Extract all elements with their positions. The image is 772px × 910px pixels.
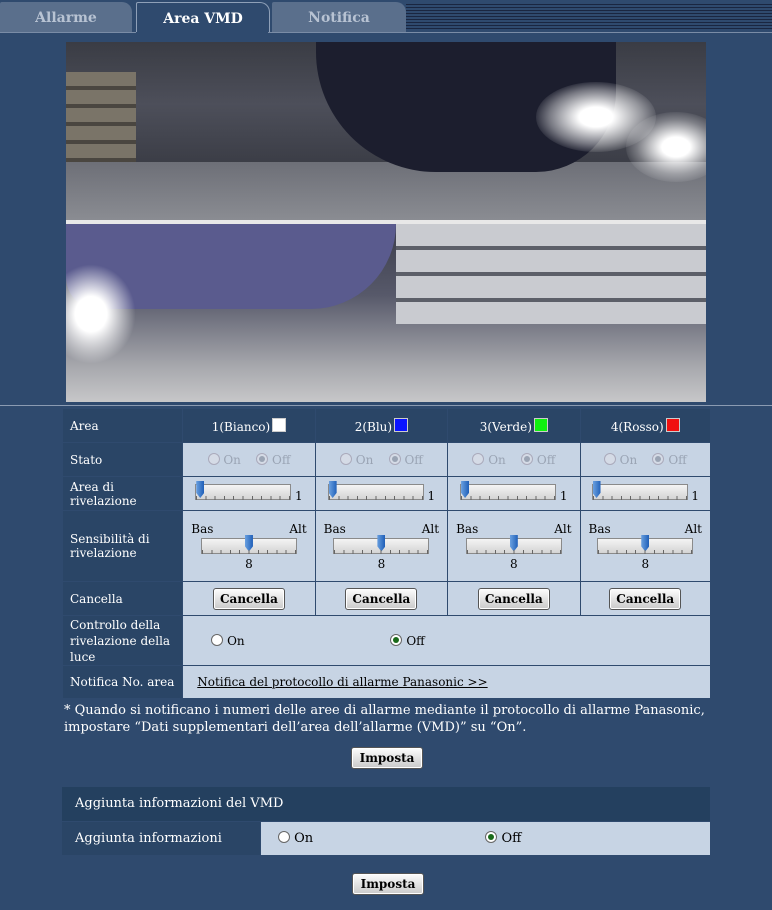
rivelazione-area-4: 1 (579, 476, 712, 511)
rivelazione-3-slider[interactable] (460, 481, 557, 500)
tab-bar: Allarme Area VMD Notifica (0, 0, 772, 33)
rivelazione-area-1: 1 (182, 476, 316, 511)
aggiunta-on-radio[interactable] (278, 831, 290, 843)
sensibilita-area-2: Bas Alt 8 (314, 510, 449, 582)
cancella-4-button[interactable]: Cancella (609, 587, 682, 610)
notifica-label: Notifica No. area (61, 665, 184, 699)
sensibilita-area-1: Bas Alt 8 (182, 510, 316, 582)
area-label: Area (61, 408, 184, 443)
cancella-area-2: Cancella (314, 581, 449, 616)
white-swatch (272, 417, 287, 432)
aggiunta-off-radio[interactable] (485, 831, 498, 843)
rivelazione-2-slider[interactable] (327, 481, 424, 500)
imposta-wrap-2: Imposta (352, 873, 424, 895)
tab-area-vmd[interactable]: Area VMD (136, 2, 270, 33)
stato-label: Stato (61, 442, 184, 477)
area-3-header: 3(Verde) (447, 408, 581, 443)
cancella-3-button[interactable]: Cancella (477, 587, 550, 610)
notifica-protocollo-link[interactable]: Notifica del protocollo di allarme Panas… (197, 675, 487, 689)
stato-3-off-radio[interactable] (521, 452, 534, 465)
stato-4-on-radio[interactable] (603, 452, 616, 465)
camera-video-view[interactable] (66, 42, 706, 402)
cancella-area-1: Cancella (182, 581, 316, 616)
area-4-header: 4(Rosso) (579, 408, 712, 443)
tab-notifica[interactable]: Notifica (272, 2, 406, 32)
tab-bar-stripes (406, 2, 772, 30)
stato-area-2: On Off (314, 442, 449, 477)
area-2-header: 2(Blu) (314, 408, 449, 443)
rivelazione-area-3: 1 (447, 476, 581, 511)
vmd-info-row: Aggiunta informazioni On Off (62, 822, 710, 855)
cancella-area-3: Cancella (447, 581, 581, 616)
controllo-value: On Off (182, 615, 711, 666)
controllo-on-radio[interactable] (211, 633, 224, 646)
sensibilita-label: Sensibilità di rivelazione (61, 510, 184, 582)
stato-area-3: On Off (447, 442, 581, 477)
imposta-button-1[interactable]: Imposta (351, 747, 423, 769)
aggiunta-label: Aggiunta informazioni (62, 822, 260, 855)
vmd-area-table: Area 1(Bianco) 2(Blu) 3(Verde) 4(Rosso) … (61, 408, 712, 699)
tab-underline (0, 32, 772, 33)
red-swatch (665, 417, 680, 432)
controllo-off-radio[interactable] (390, 633, 403, 646)
imposta-wrap-1: Imposta (351, 747, 423, 769)
sensibilita-2-slider[interactable] (333, 534, 430, 554)
imposta-button-2[interactable]: Imposta (352, 873, 424, 895)
video-pane-top (66, 42, 706, 220)
stato-3-on-radio[interactable] (472, 452, 485, 465)
controllo-label: Controllo della rivelazione della luce (61, 615, 184, 666)
video-pane-bottom (66, 224, 706, 402)
tab-allarme[interactable]: Allarme (0, 2, 132, 32)
section-divider (0, 405, 772, 406)
green-swatch (533, 417, 548, 432)
cancella-1-button[interactable]: Cancella (212, 587, 285, 610)
sensibilita-area-4: Bas Alt 8 (579, 510, 712, 582)
vmd-info-header: Aggiunta informazioni del VMD (62, 787, 710, 821)
rivelazione-label: Area di rivelazione (61, 476, 184, 511)
sensibilita-1-slider[interactable] (200, 534, 297, 554)
sensibilita-3-slider[interactable] (465, 534, 562, 554)
rivelazione-area-2: 1 (314, 476, 449, 511)
stato-2-on-radio[interactable] (339, 452, 352, 465)
stato-1-off-radio[interactable] (256, 452, 269, 465)
stato-2-off-radio[interactable] (388, 452, 401, 465)
footnote: * Quando si notificano i numeri delle ar… (64, 703, 705, 735)
sensibilita-area-3: Bas Alt 8 (447, 510, 581, 582)
stato-area-4: On Off (579, 442, 712, 477)
cancella-2-button[interactable]: Cancella (345, 587, 418, 610)
stato-1-on-radio[interactable] (207, 452, 220, 465)
cancella-label: Cancella (61, 581, 184, 616)
cancella-area-4: Cancella (579, 581, 712, 616)
notifica-value: Notifica del protocollo di allarme Panas… (182, 665, 711, 699)
area-1-header: 1(Bianco) (182, 408, 316, 443)
rivelazione-1-slider[interactable] (195, 481, 292, 500)
rivelazione-4-slider[interactable] (591, 481, 688, 500)
tab-underline-gap (136, 32, 268, 33)
blue-swatch (394, 417, 409, 432)
aggiunta-value: On Off (261, 822, 710, 855)
stato-area-1: On Off (182, 442, 316, 477)
stato-4-off-radio[interactable] (652, 452, 665, 465)
sensibilita-4-slider[interactable] (597, 534, 694, 554)
